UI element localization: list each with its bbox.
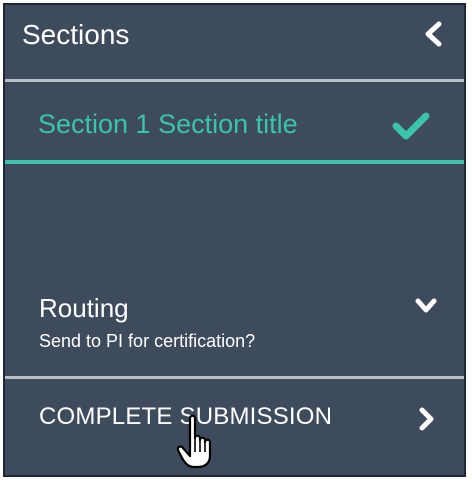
hand-pointer-cursor-icon bbox=[176, 414, 212, 469]
routing-subtitle: Send to PI for certification? bbox=[39, 331, 256, 351]
chevron-left-icon[interactable] bbox=[422, 21, 446, 47]
complete-submission-button[interactable]: COMPLETE SUBMISSION bbox=[5, 379, 464, 475]
chevron-right-icon bbox=[419, 407, 434, 431]
section-label: Section 1 Section title bbox=[38, 109, 298, 139]
sections-sidebar: Sections Section 1 Section title Routing… bbox=[3, 3, 466, 477]
sidebar-title: Sections bbox=[22, 19, 130, 50]
sidebar-item-section-1[interactable]: Section 1 Section title bbox=[5, 82, 464, 163]
routing-title: Routing bbox=[39, 293, 129, 323]
chevron-down-icon[interactable] bbox=[414, 297, 438, 315]
checkmark-icon bbox=[392, 112, 430, 140]
routing-panel[interactable]: Routing Send to PI for certification? bbox=[5, 164, 464, 376]
sidebar-header: Sections bbox=[5, 5, 464, 81]
